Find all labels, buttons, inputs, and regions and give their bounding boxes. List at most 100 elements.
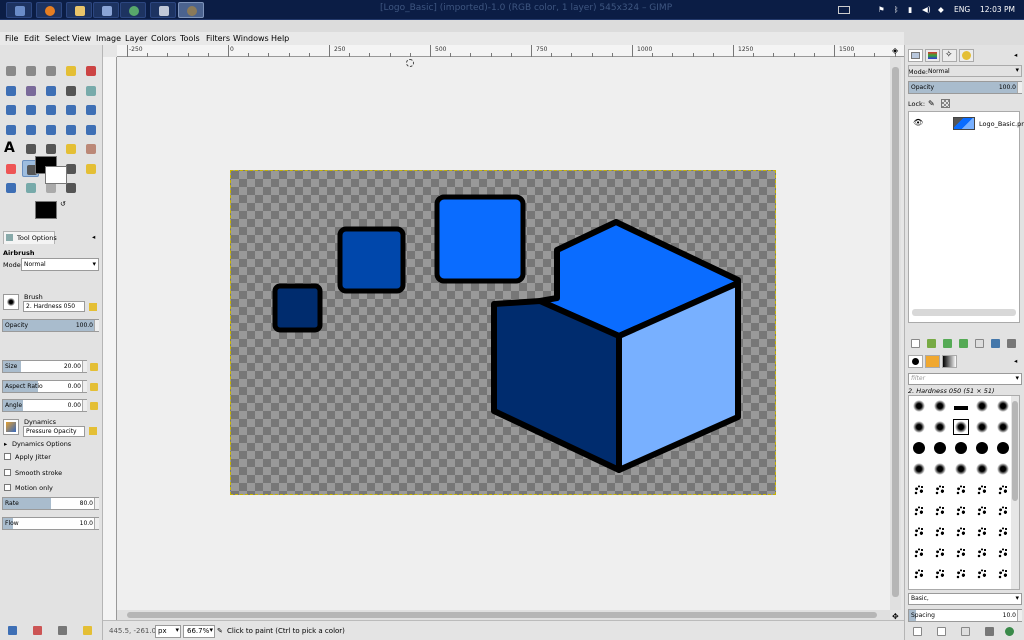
brush-swatch[interactable] xyxy=(954,546,968,560)
brush-grid-scrollbar[interactable] xyxy=(1011,396,1019,589)
brush-swatch[interactable] xyxy=(933,399,947,413)
restore-options-icon[interactable] xyxy=(33,626,42,635)
motion-only-checkbox[interactable] xyxy=(4,484,11,491)
brush-swatch[interactable] xyxy=(912,504,926,518)
reset-options-icon[interactable] xyxy=(83,626,92,635)
clock[interactable]: 12:03 PM xyxy=(980,5,1015,14)
brush-swatch[interactable] xyxy=(975,420,989,434)
background-color-swatch[interactable] xyxy=(45,166,67,184)
menu-image[interactable]: Image xyxy=(96,34,121,43)
brush-swatch[interactable] xyxy=(954,525,968,539)
brush-spacing-slider[interactable]: Spacing 10.0 xyxy=(908,609,1022,622)
flag-icon[interactable]: ⚑ xyxy=(878,5,885,14)
delete-layer-icon[interactable] xyxy=(1007,339,1016,348)
mode-select[interactable]: Normal ▾ xyxy=(21,258,99,271)
tool-fuzzy-select[interactable] xyxy=(62,62,79,79)
tool-text[interactable]: A xyxy=(2,140,19,157)
brush-swatch[interactable] xyxy=(954,441,968,455)
brush-name-field[interactable]: 2. Hardness 050 xyxy=(23,301,85,312)
dynamics-name-field[interactable]: Pressure Opacity xyxy=(23,426,85,437)
delete-options-icon[interactable] xyxy=(58,626,67,635)
menu-edit[interactable]: Edit xyxy=(24,34,40,43)
foreground-color[interactable] xyxy=(35,201,57,219)
taskbar-app-5[interactable] xyxy=(150,2,176,18)
brush-swatch[interactable] xyxy=(933,504,947,518)
brush-swatch[interactable] xyxy=(975,588,989,589)
brush-swatch[interactable] xyxy=(912,588,926,589)
edit-brush-icon[interactable] xyxy=(937,627,946,636)
lock-pixels-icon[interactable]: ✎ xyxy=(928,99,935,108)
brush-swatch[interactable] xyxy=(996,441,1010,455)
brush-swatch[interactable] xyxy=(933,441,947,455)
flow-slider[interactable]: Flow 10.0 xyxy=(2,517,99,530)
lock-alpha-icon[interactable] xyxy=(941,99,950,108)
tool-pencil[interactable] xyxy=(62,140,79,157)
taskbar-app-files[interactable] xyxy=(66,2,92,18)
tool-rotate[interactable] xyxy=(82,101,99,118)
tool-rect-select[interactable] xyxy=(2,62,19,79)
brush-swatch[interactable] xyxy=(996,525,1010,539)
brush-filter-input[interactable]: filter ▾ xyxy=(908,373,1022,385)
taskbar-app-gimp[interactable] xyxy=(178,2,204,18)
tool-blend[interactable] xyxy=(42,140,59,157)
tab-brushes[interactable] xyxy=(908,355,923,368)
tab-tool-options[interactable]: Tool Options xyxy=(3,231,57,244)
layer-mode-select[interactable]: Normal ▾ xyxy=(908,65,1022,77)
brush-swatch[interactable] xyxy=(996,483,1010,497)
tool-scale[interactable] xyxy=(2,121,19,138)
rate-slider[interactable]: Rate 80.0 xyxy=(2,497,99,510)
tab-layers[interactable] xyxy=(908,49,923,62)
brush-swatch[interactable] xyxy=(912,441,926,455)
brush-swatch[interactable] xyxy=(912,420,926,434)
menu-windows[interactable]: Windows xyxy=(233,34,269,43)
horizontal-ruler[interactable]: -250 0 250 500 750 1000 1250 1500 xyxy=(117,45,904,57)
tool-measure[interactable] xyxy=(2,101,19,118)
tab-paths[interactable]: ✧ xyxy=(942,49,957,62)
menu-file[interactable]: File xyxy=(5,34,18,43)
tab-undo[interactable] xyxy=(959,49,974,62)
tool-crop[interactable] xyxy=(62,101,79,118)
dynamics-options-expander[interactable]: Dynamics Options xyxy=(12,440,71,448)
opacity-slider[interactable]: Opacity 100.0 xyxy=(2,319,99,332)
tab-channels[interactable] xyxy=(925,49,940,62)
swap-colors-icon[interactable]: ↺ xyxy=(60,200,66,208)
brush-swatch[interactable] xyxy=(912,567,926,581)
image-canvas[interactable] xyxy=(230,170,776,495)
tool-paths[interactable] xyxy=(42,82,59,99)
menu-tools[interactable]: Tools xyxy=(180,34,200,43)
tool-ellipse-select[interactable] xyxy=(22,62,39,79)
tool-color-picker[interactable] xyxy=(62,82,79,99)
tool-move[interactable] xyxy=(22,101,39,118)
tool-perspective-clone[interactable] xyxy=(2,179,19,196)
zoom-to-fit-icon[interactable]: ◈ xyxy=(892,46,898,55)
tool-eraser[interactable] xyxy=(2,160,19,177)
size-slider[interactable]: Size 20.00 xyxy=(2,360,87,373)
taskbar-app-4[interactable] xyxy=(120,2,146,18)
duplicate-brush-icon[interactable] xyxy=(961,627,970,636)
menu-view[interactable]: View xyxy=(72,34,91,43)
brush-swatch[interactable] xyxy=(996,546,1010,560)
brush-swatch[interactable] xyxy=(912,462,926,476)
network-icon[interactable]: ▮ xyxy=(908,5,912,14)
brush-swatch[interactable] xyxy=(975,525,989,539)
duplicate-layer-icon[interactable] xyxy=(975,339,984,348)
layer-opacity-slider[interactable]: Opacity 100.0 xyxy=(908,81,1022,94)
refresh-brushes-icon[interactable] xyxy=(1005,627,1014,636)
brush-swatch[interactable] xyxy=(953,419,969,435)
aspect-ratio-slider[interactable]: Aspect Ratio 0.00 xyxy=(2,380,87,393)
brush-swatch[interactable] xyxy=(975,483,989,497)
brush-swatch[interactable] xyxy=(912,525,926,539)
brush-swatch[interactable] xyxy=(975,399,989,413)
tool-blur[interactable] xyxy=(22,179,39,196)
menu-help[interactable]: Help xyxy=(271,34,289,43)
brush-swatch[interactable] xyxy=(975,546,989,560)
menu-filters[interactable]: Filters xyxy=(206,34,230,43)
brush-preview[interactable] xyxy=(3,294,19,310)
brush-swatch[interactable] xyxy=(954,504,968,518)
brush-swatch[interactable] xyxy=(996,420,1010,434)
tool-scissors-select[interactable] xyxy=(2,82,19,99)
tool-heal[interactable] xyxy=(82,160,99,177)
layer-row[interactable]: 👁 Logo_Basic.png xyxy=(909,116,1024,132)
expander-icon[interactable]: ▸ xyxy=(4,440,7,448)
brush-swatch[interactable] xyxy=(933,525,947,539)
